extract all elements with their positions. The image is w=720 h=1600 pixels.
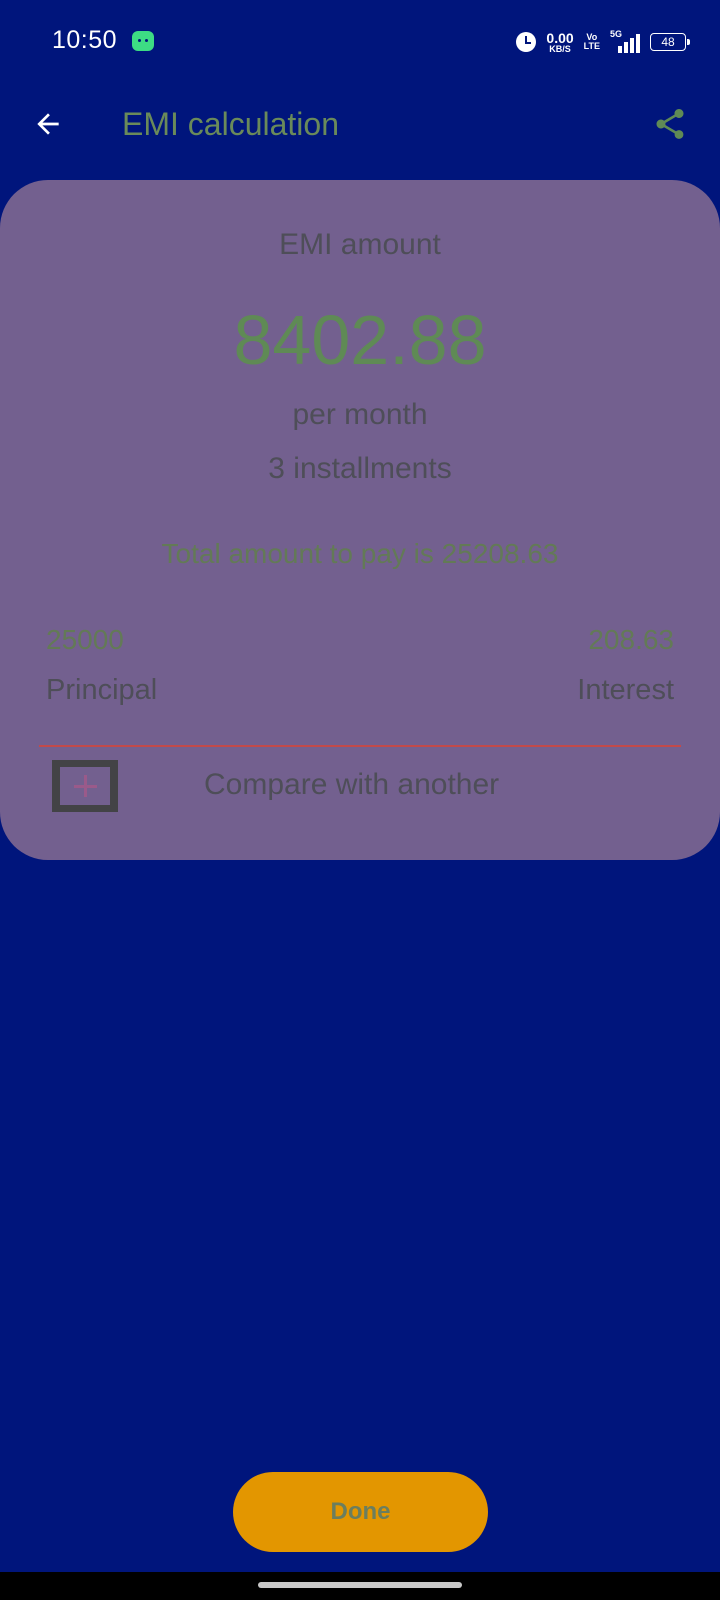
status-icons: 0.00 KB/S Vo LTE 5G 48 — [516, 28, 690, 56]
add-box-icon — [52, 760, 118, 812]
compare-label: Compare with another — [204, 768, 500, 801]
alarm-icon — [516, 32, 537, 52]
compare-with-another-button[interactable]: Compare with another — [0, 760, 720, 828]
page-title: EMI calculation — [122, 106, 339, 142]
signal-icon: 5G — [610, 29, 640, 53]
battery-icon: 48 — [650, 33, 690, 51]
share-button[interactable] — [646, 100, 694, 148]
installments-count: 3 installments — [268, 452, 452, 485]
interest-value: 208.63 — [588, 624, 674, 655]
volte-bottom: LTE — [583, 41, 600, 51]
done-button[interactable]: Done — [233, 1472, 488, 1552]
per-month-label: per month — [292, 398, 428, 431]
status-bar: 10:50 0.00 KB/S Vo LTE 5G 48 — [0, 0, 720, 80]
emi-amount-value: 8402.88 — [233, 301, 487, 379]
toolbar: EMI calculation — [0, 90, 720, 162]
emi-result-screen: 10:50 0.00 KB/S Vo LTE 5G 48 EMI calcula… — [0, 0, 720, 1600]
volte-indicator: Vo LTE — [584, 33, 600, 51]
status-time: 10:50 — [52, 26, 118, 54]
emi-result-card: EMI amount 8402.88 per month 3 installme… — [0, 180, 720, 860]
network-speed-value: 0.00 — [546, 29, 574, 46]
network-speed-unit: KB/S — [549, 43, 571, 54]
navigation-bar — [0, 1572, 720, 1600]
network-speed: 0.00 KB/S — [546, 31, 573, 54]
network-type: 5G — [610, 29, 623, 39]
share-icon — [656, 109, 684, 139]
interest-label: Interest — [577, 674, 674, 706]
home-indicator[interactable] — [258, 1582, 462, 1588]
divider — [39, 745, 681, 747]
principal-label: Principal — [46, 674, 158, 706]
principal-value: 25000 — [46, 624, 124, 655]
emi-amount-label: EMI amount — [279, 228, 441, 261]
total-amount-text: Total amount to pay is 25208.63 — [161, 538, 559, 569]
android-app-icon — [132, 31, 154, 51]
arrow-left-icon — [37, 113, 59, 135]
back-button[interactable] — [24, 100, 72, 148]
